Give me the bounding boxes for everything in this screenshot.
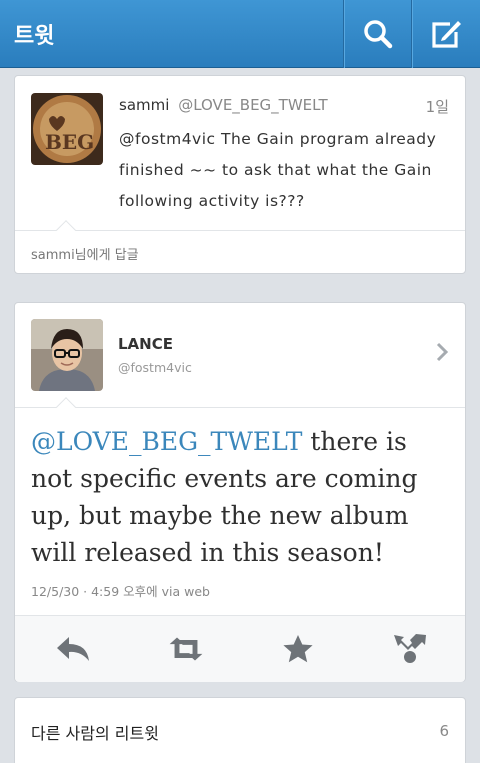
- top-bar: 트윗: [0, 0, 480, 68]
- divider: [15, 407, 465, 408]
- share-button[interactable]: [392, 633, 428, 665]
- svg-text:BEG: BEG: [45, 130, 94, 154]
- author-handle: @LOVE_BEG_TWELT: [178, 96, 328, 114]
- avatar[interactable]: BEG: [31, 93, 103, 165]
- compose-button[interactable]: [411, 0, 479, 68]
- retweet-icon: [169, 637, 203, 661]
- star-icon: [283, 635, 313, 663]
- mention-link[interactable]: @LOVE_BEG_TWELT: [31, 427, 302, 456]
- author-name: sammi: [119, 96, 170, 114]
- retweets-label: 다른 사람의 리트윗: [31, 724, 159, 743]
- chevron-right-icon[interactable]: [435, 341, 449, 363]
- divider: [15, 230, 465, 231]
- page-title: 트윗: [14, 24, 55, 49]
- share-icon: [394, 634, 426, 663]
- reply-button[interactable]: [55, 633, 91, 665]
- reply-icon: [57, 637, 89, 661]
- retweets-row[interactable]: 다른 사람의 리트윗 6: [14, 697, 466, 763]
- avatar-image: BEG: [31, 93, 103, 165]
- original-tweet-card[interactable]: BEG sammi @LOVE_BEG_TWELT 1일 @fostm4vic …: [14, 75, 466, 274]
- avatar-image: [31, 319, 103, 391]
- retweets-count: 6: [439, 722, 449, 740]
- avatar[interactable]: [31, 319, 103, 391]
- reply-to-label[interactable]: sammi님에게 답글: [31, 244, 139, 263]
- author-name[interactable]: LANCE: [118, 335, 173, 353]
- reply-tweet-card: LANCE @fostm4vic @LOVE_BEG_TWELT there i…: [14, 302, 466, 682]
- search-icon: [363, 20, 392, 49]
- compose-icon: [431, 21, 461, 48]
- tweet-text: @fostm4vic The Gain program already fini…: [119, 130, 437, 210]
- author-handle: @fostm4vic: [118, 360, 192, 375]
- tweet-meta: 12/5/30 · 4:59 오후에 via web: [31, 584, 210, 599]
- divider-notch: [56, 220, 76, 240]
- tweet-text: @LOVE_BEG_TWELT there is not specific ev…: [31, 423, 451, 571]
- favorite-button[interactable]: [280, 633, 316, 665]
- action-bar: [15, 615, 465, 682]
- search-button[interactable]: [343, 0, 411, 68]
- divider-notch: [56, 397, 76, 417]
- tweet-time: 1일: [425, 98, 449, 116]
- tweet-author[interactable]: sammi @LOVE_BEG_TWELT: [119, 96, 328, 114]
- retweet-button[interactable]: [168, 633, 204, 665]
